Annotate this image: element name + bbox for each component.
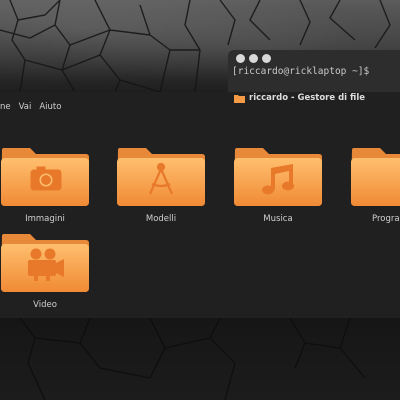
maximize-dot-icon[interactable] bbox=[262, 54, 271, 63]
folder-icon bbox=[234, 94, 245, 103]
folder-label: Musica bbox=[263, 214, 293, 224]
folder-modelli[interactable]: Modelli bbox=[114, 146, 208, 224]
window-title-text: riccardo - Gestore di file bbox=[249, 93, 366, 103]
folder-icon bbox=[234, 148, 322, 206]
menu-item-aiuto[interactable]: Aiuto bbox=[39, 102, 61, 116]
folder-immagini[interactable]: Immagini bbox=[0, 146, 92, 224]
close-dot-icon[interactable] bbox=[236, 54, 245, 63]
terminal-window[interactable]: [riccardo@ricklaptop ~]$ bbox=[228, 50, 400, 92]
folder-label: Progra bbox=[372, 214, 400, 224]
file-manager-window: riccardo - Gestore di file ne Vai Aiuto bbox=[0, 92, 400, 318]
folder-label: Immagini bbox=[25, 214, 65, 224]
minimize-dot-icon[interactable] bbox=[249, 54, 258, 63]
folder-video[interactable]: Video bbox=[0, 232, 92, 310]
desktop-wallpaper-bottom bbox=[0, 318, 400, 400]
folder-icon bbox=[1, 234, 89, 292]
folder-icon bbox=[351, 148, 400, 206]
folder-icon bbox=[1, 148, 89, 206]
terminal-prompt[interactable]: [riccardo@ricklaptop ~]$ bbox=[232, 66, 369, 77]
folder-label: Modelli bbox=[145, 214, 177, 224]
folder-icon bbox=[117, 148, 205, 206]
menu-item-vai[interactable]: Vai bbox=[19, 102, 32, 116]
camera-icon bbox=[30, 166, 62, 191]
folder-musica[interactable]: Musica bbox=[231, 146, 325, 224]
window-title: riccardo - Gestore di file bbox=[234, 92, 365, 104]
window-controls bbox=[236, 54, 271, 63]
folder-label: Video bbox=[33, 300, 57, 310]
folder-programmi[interactable]: Progra bbox=[348, 146, 400, 224]
menu-item-ne[interactable]: ne bbox=[0, 102, 11, 116]
cracked-texture bbox=[19, 318, 366, 400]
menu-bar: ne Vai Aiuto bbox=[0, 102, 61, 116]
